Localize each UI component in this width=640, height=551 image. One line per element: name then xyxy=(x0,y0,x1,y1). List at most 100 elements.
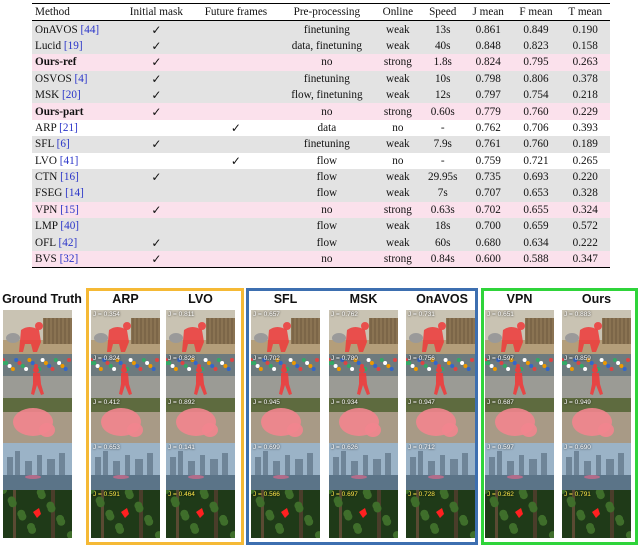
preprocessing-cell: flow xyxy=(278,218,376,235)
f-mean-cell: 0.806 xyxy=(511,70,561,87)
speed-cell: - xyxy=(420,152,465,169)
j-mean-cell: 0.702 xyxy=(464,201,512,219)
table-header-row: Method Initial mask Future frames Pre-pr… xyxy=(32,3,610,21)
j-score-label: J = 0.883 xyxy=(564,311,591,318)
result-thumbnail: J = 0.859 xyxy=(562,354,631,402)
speed-cell: 0.60s xyxy=(420,103,465,120)
result-thumbnail: J = 0.883 xyxy=(562,310,631,358)
f-mean-cell: 0.795 xyxy=(511,54,561,71)
method-cell: Ours-ref xyxy=(32,54,120,71)
t-mean-cell: 0.393 xyxy=(560,119,610,137)
citation-link[interactable]: [6] xyxy=(57,138,70,150)
results-table: Method Initial mask Future frames Pre-pr… xyxy=(32,3,610,268)
future-frames-cell xyxy=(193,168,279,186)
method-name: OSVOS xyxy=(35,72,72,85)
table-row: ARP [21] ✓ data no -0.762 0.706 0.393 xyxy=(32,119,610,137)
initial-mask-cell: ✓ xyxy=(119,250,194,268)
f-mean-cell: 0.655 xyxy=(511,201,561,219)
method-name: CTN xyxy=(35,171,58,184)
online-cell: no xyxy=(375,119,421,137)
citation-link[interactable]: [41] xyxy=(60,155,79,167)
online-cell: weak xyxy=(375,86,421,104)
j-score-label: J = 0.651 xyxy=(487,311,514,318)
future-frames-cell xyxy=(193,201,279,219)
online-cell: strong xyxy=(375,201,421,219)
citation-link[interactable]: [21] xyxy=(59,122,78,134)
citation-link[interactable]: [16] xyxy=(60,171,79,183)
col-header-j-mean: J mean xyxy=(472,6,504,19)
j-score-label: J = 0.828 xyxy=(168,355,195,362)
future-frames-cell xyxy=(193,136,279,153)
method-name: SFL xyxy=(35,138,54,151)
initial-mask-cell: ✓ xyxy=(119,201,194,219)
result-thumbnail xyxy=(3,354,72,402)
check-mark-icon: ✓ xyxy=(151,170,162,185)
preprocessing-cell: no xyxy=(278,54,376,71)
initial-mask-cell: ✓ xyxy=(119,86,194,104)
method-name: LVO xyxy=(35,154,57,167)
method-cell: Ours-part xyxy=(32,103,120,120)
j-mean-cell: 0.798 xyxy=(464,70,512,87)
speed-cell: 0.84s xyxy=(420,250,465,268)
j-mean-cell: 0.600 xyxy=(464,250,512,268)
method-name: Ours-part xyxy=(35,105,84,118)
j-score-label: J = 0.859 xyxy=(564,355,591,362)
result-thumbnail: J = 0.731 xyxy=(406,310,475,358)
citation-link[interactable]: [19] xyxy=(64,40,83,52)
citation-link[interactable]: [20] xyxy=(62,89,81,101)
preprocessing-cell: data xyxy=(278,119,376,137)
citation-link[interactable]: [32] xyxy=(60,253,79,265)
col-header-future-frames: Future frames xyxy=(204,6,268,19)
j-score-label: J = 0.945 xyxy=(253,399,280,406)
result-thumbnail: J = 0.651 xyxy=(485,310,554,358)
j-mean-cell: 0.680 xyxy=(464,234,512,251)
f-mean-cell: 0.693 xyxy=(511,168,561,186)
result-thumbnail: J = 0.892 xyxy=(166,398,235,446)
method-name: FSEG xyxy=(35,187,63,200)
t-mean-cell: 0.347 xyxy=(560,250,610,268)
check-mark-icon: ✓ xyxy=(151,104,162,119)
speed-cell: 40s xyxy=(420,37,465,55)
t-mean-cell: 0.572 xyxy=(560,218,610,235)
t-mean-cell: 0.158 xyxy=(560,37,610,55)
preprocessing-cell: flow xyxy=(278,152,376,169)
col-header-preprocessing: Pre-processing xyxy=(293,6,361,19)
j-score-label: J = 0.657 xyxy=(253,311,280,318)
future-frames-cell xyxy=(193,185,279,202)
online-cell: strong xyxy=(375,103,421,120)
citation-link[interactable]: [42] xyxy=(59,237,78,249)
method-name: Lucid xyxy=(35,39,62,52)
method-cell: OSVOS [4] xyxy=(32,70,120,87)
table-row: Lucid [19] ✓ data, finetuning weak 40s 0.848 0… xyxy=(32,37,610,55)
j-mean-cell: 0.761 xyxy=(464,136,512,153)
col-header-initial-mask: Initial mask xyxy=(129,6,183,19)
citation-link[interactable]: [15] xyxy=(60,204,79,216)
result-thumbnail: J = 0.728 xyxy=(406,490,475,538)
f-mean-cell: 0.849 xyxy=(511,20,561,38)
table-row: OnAVOS [44] ✓ finetuning weak 13s 0.861 0.849 0… xyxy=(32,20,610,38)
citation-link[interactable]: [40] xyxy=(60,220,79,232)
preprocessing-cell: no xyxy=(278,250,376,268)
j-score-label: J = 0.702 xyxy=(253,355,280,362)
result-thumbnail: J = 0.690 xyxy=(562,443,631,491)
method-cell: FSEG [14] xyxy=(32,185,120,202)
t-mean-cell: 0.378 xyxy=(560,70,610,87)
j-mean-cell: 0.707 xyxy=(464,185,512,202)
preprocessing-cell: flow xyxy=(278,168,376,186)
initial-mask-cell: ✓ xyxy=(119,234,194,251)
speed-cell: 7.9s xyxy=(420,136,465,153)
result-thumbnail xyxy=(3,490,72,538)
method-name: ARP xyxy=(35,121,57,134)
result-thumbnail: J = 0.762 xyxy=(329,310,398,358)
result-thumbnail: J = 0.697 xyxy=(329,490,398,538)
j-mean-cell: 0.759 xyxy=(464,152,512,169)
speed-cell: 12s xyxy=(420,86,465,104)
initial-mask-cell xyxy=(119,152,194,169)
check-mark-icon: ✓ xyxy=(151,252,162,267)
j-score-label: J = 0.731 xyxy=(408,311,435,318)
citation-link[interactable]: [14] xyxy=(65,187,84,199)
citation-link[interactable]: [4] xyxy=(74,73,87,85)
citation-link[interactable]: [44] xyxy=(81,24,100,36)
t-mean-cell: 0.190 xyxy=(560,20,610,38)
future-frames-cell xyxy=(193,54,279,71)
